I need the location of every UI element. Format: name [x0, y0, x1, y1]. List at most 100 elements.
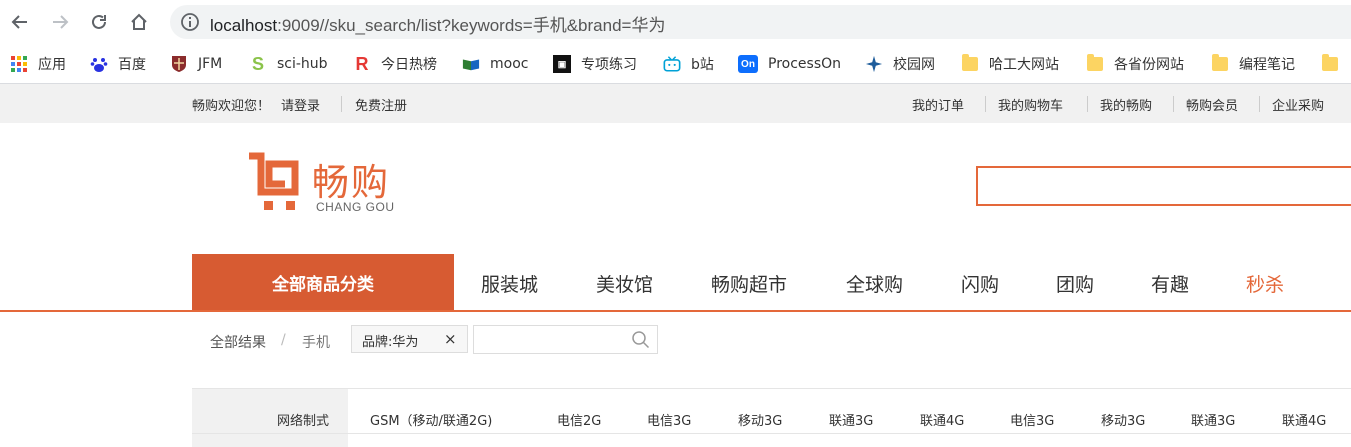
on-logo-icon: On [738, 55, 758, 73]
apps-grid-icon [10, 55, 28, 73]
bookmark-mooc[interactable]: mooc [462, 53, 528, 75]
bookmark-label: 百度 [118, 57, 146, 73]
divider [985, 96, 986, 112]
my-orders-link[interactable]: 我的订单 [912, 95, 964, 114]
bookmark-baidu[interactable]: 百度 [90, 53, 146, 75]
my-account-link[interactable]: 我的畅购 [1100, 95, 1152, 114]
bookmark-folder-provinces[interactable]: 各省份网站 [1086, 53, 1184, 75]
logo-subtitle: CHANG GOU [316, 200, 395, 214]
folder-icon [1321, 54, 1339, 73]
bookmark-label: sci-hub [277, 56, 328, 72]
bookmark-label: 各省份网站 [1114, 57, 1184, 73]
attribute-option[interactable]: 联通4G [920, 410, 964, 429]
compass-icon [865, 55, 883, 73]
folder-icon [1086, 54, 1104, 73]
bookmark-label: 专项练习 [581, 57, 637, 73]
game-icon: ▣ [553, 55, 571, 73]
attribute-option[interactable]: 移动3G [1101, 410, 1145, 429]
bookmark-label: 校园网 [893, 57, 935, 73]
info-icon[interactable] [180, 12, 200, 32]
logo-text[interactable]: 畅购 [312, 152, 390, 206]
attribute-option[interactable]: 联通4G [1282, 410, 1326, 429]
filter-tag-label: 品牌:华为 [362, 335, 419, 350]
nav-item-group[interactable]: 团购 [1056, 270, 1094, 297]
bookmark-label: 今日热榜 [381, 57, 437, 73]
bookmark-practice[interactable]: ▣ 专项练习 [553, 53, 637, 75]
bookmark-folder-more[interactable] [1321, 53, 1349, 75]
register-link[interactable]: 免费注册 [355, 95, 407, 114]
folder-icon [1211, 54, 1229, 73]
bookmark-label: b站 [691, 57, 714, 73]
all-categories-button[interactable]: 全部商品分类 [192, 254, 454, 310]
attribute-option[interactable]: 联通3G [1191, 410, 1235, 429]
site-search-input[interactable] [976, 166, 1351, 206]
nav-item-seckill[interactable]: 秒杀 [1246, 270, 1284, 297]
attribute-row: 网络制式 GSM（移动/联通2G) 电信2G 电信3G 移动3G 联通3G 联通… [192, 388, 1351, 447]
my-cart-link[interactable]: 我的购物车 [998, 95, 1063, 114]
attribute-option[interactable]: 移动3G [738, 410, 782, 429]
bookmark-label: 哈工大网站 [989, 57, 1059, 73]
attribute-option[interactable]: 联通3G [829, 410, 873, 429]
nav-underline [0, 310, 1351, 312]
attribute-option[interactable]: GSM（移动/联通2G) [370, 410, 492, 429]
back-icon[interactable] [8, 10, 32, 34]
divider [1173, 96, 1174, 112]
bookmark-label: mooc [490, 56, 529, 72]
bilibili-icon [663, 55, 681, 73]
welcome-text: 畅购欢迎您！ [192, 99, 271, 114]
bookmark-hot[interactable]: R 今日热榜 [353, 53, 438, 75]
cart-logo-icon[interactable] [246, 152, 302, 214]
attribute-key-label: 网络制式 [277, 414, 330, 429]
login-link[interactable]: 请登录 [281, 95, 320, 114]
divider [341, 96, 342, 112]
folder-icon [961, 54, 979, 73]
enterprise-link[interactable]: 企业采购 [1272, 95, 1324, 114]
divider [1259, 96, 1260, 112]
bookmark-folder-notes[interactable]: 编程笔记 [1211, 53, 1295, 75]
address-bar[interactable]: localhost:9009//sku_search/list?keywords… [170, 5, 1351, 39]
breadcrumb-keyword[interactable]: 手机 [302, 332, 330, 352]
bookmark-bilibili[interactable]: b站 [663, 53, 714, 75]
crest-icon [170, 55, 188, 73]
attribute-key: 网络制式 [192, 389, 348, 447]
bookmark-scihub[interactable]: Ssci-hub [249, 53, 328, 75]
attribute-option[interactable]: 电信3G [1010, 410, 1054, 429]
bookmarks-bar: 应用 百度 JFM Ssci-hub R 今日热榜 mooc ▣ 专项练习 b站 O… [0, 44, 1351, 84]
brand-filter-tag: 品牌:华为 × [351, 325, 468, 353]
scihub-s-icon: S [251, 53, 264, 74]
url-text[interactable]: localhost:9009//sku_search/list?keywords… [210, 11, 665, 36]
divider [192, 433, 1351, 434]
nav-item-clothing[interactable]: 服装城 [481, 270, 538, 297]
attribute-option[interactable]: 电信3G [647, 410, 691, 429]
book-icon [462, 55, 480, 73]
nav-item-global[interactable]: 全球购 [846, 270, 903, 297]
refine-search-input[interactable] [473, 325, 658, 354]
breadcrumb-separator: / [281, 332, 286, 348]
bookmark-folder-hit[interactable]: 哈工大网站 [961, 53, 1059, 75]
bookmark-label: JFM [198, 56, 223, 72]
site-topbar: 畅购欢迎您！ 请登录 免费注册 我的订单 我的购物车 我的畅购 畅购会员 企业采… [0, 84, 1351, 123]
bookmark-processon[interactable]: On ProcessOn [738, 53, 841, 75]
attribute-option[interactable]: 电信2G [557, 410, 601, 429]
bookmark-campus[interactable]: 校园网 [865, 53, 935, 75]
browser-toolbar: localhost:9009//sku_search/list?keywords… [0, 0, 1351, 44]
r-logo-icon: R [355, 53, 369, 74]
bookmark-label: ProcessOn [768, 56, 842, 72]
search-icon[interactable] [631, 330, 651, 350]
close-icon[interactable]: × [444, 330, 457, 348]
nav-item-supermarket[interactable]: 畅购超市 [711, 270, 787, 297]
forward-icon[interactable] [48, 10, 72, 34]
baidu-paw-icon [90, 55, 108, 73]
nav-item-fun[interactable]: 有趣 [1151, 270, 1189, 297]
bookmark-label: 应用 [38, 57, 66, 73]
main-nav: 全部商品分类 服装城 美妆馆 畅购超市 全球购 闪购 团购 有趣 秒杀 [0, 254, 1351, 312]
membership-link[interactable]: 畅购会员 [1186, 95, 1238, 114]
nav-item-beauty[interactable]: 美妆馆 [596, 270, 653, 297]
bookmark-label: 编程笔记 [1239, 57, 1295, 73]
home-icon[interactable] [127, 10, 151, 34]
reload-icon[interactable] [87, 10, 111, 34]
bookmark-apps[interactable]: 应用 [10, 53, 66, 75]
bookmark-jfm[interactable]: JFM [170, 53, 222, 75]
nav-item-flash[interactable]: 闪购 [961, 270, 999, 297]
breadcrumb-all[interactable]: 全部结果 [210, 332, 266, 352]
